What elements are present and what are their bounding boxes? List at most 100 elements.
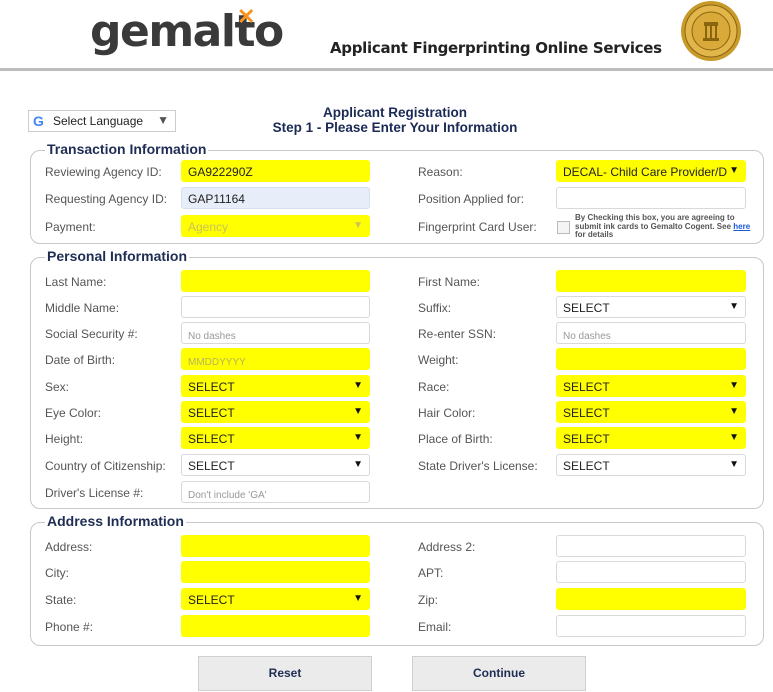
place-of-birth-label: Place of Birth: [418,432,493,446]
chevron-down-icon: ▼ [353,406,363,417]
chevron-down-icon: ▼ [353,593,363,604]
reason-select[interactable]: DECAL- Child Care Provider/D ▼ [556,160,746,182]
address2-input[interactable] [556,535,746,557]
hair-color-select[interactable]: SELECT ▼ [556,401,746,423]
reviewing-agency-label: Reviewing Agency ID: [45,165,162,179]
last-name-input[interactable] [181,270,370,292]
reason-label: Reason: [418,165,463,179]
eye-color-select[interactable]: SELECT ▼ [181,401,370,423]
transaction-legend: Transaction Information [45,141,209,157]
dob-label: Date of Birth: [45,353,116,367]
chevron-down-icon: ▼ [729,432,739,443]
sex-select[interactable]: SELECT ▼ [181,375,370,397]
zip-input[interactable] [556,588,746,610]
citizenship-label: Country of Citizenship: [45,459,166,473]
apt-label: APT: [418,566,444,580]
chevron-down-icon: ▼ [353,380,363,391]
email-label: Email: [418,620,452,634]
personal-legend: Personal Information [45,248,190,264]
google-icon: G [33,113,44,129]
reset-button[interactable]: Reset [198,656,372,691]
phone-label: Phone #: [45,620,94,634]
sex-label: Sex: [45,380,70,394]
ssn-input[interactable]: No dashes [181,322,370,344]
requesting-agency-field[interactable]: GAP11164 [181,187,370,209]
page-title-line1: Applicant Registration [322,105,467,120]
gemalto-logo-mark-icon: ✕ [237,4,256,29]
chevron-down-icon: ▼ [729,165,739,176]
page-title-line2: Step 1 - Please Enter Your Information [272,120,518,135]
site-subtitle: Applicant Fingerprinting Online Services [330,39,662,57]
address-input[interactable] [181,535,370,557]
drivers-license-input[interactable]: Don't include 'GA' [181,481,370,503]
fingerprint-card-label: Fingerprint Card User: [418,220,537,234]
height-value: SELECT [188,432,235,446]
suffix-label: Suffix: [418,301,452,315]
reviewing-agency-field[interactable]: GA922290Z [181,160,370,182]
race-select[interactable]: SELECT ▼ [556,375,746,397]
georgia-state-seal-icon [681,1,741,61]
drivers-license-placeholder: Don't include 'GA' [188,490,267,501]
middle-name-label: Middle Name: [45,301,120,315]
first-name-label: First Name: [418,275,481,289]
city-input[interactable] [181,561,370,583]
weight-input[interactable] [556,348,746,370]
dob-input[interactable]: MMDDYYYY [181,348,370,370]
sex-value: SELECT [188,380,235,394]
state-drivers-license-label: State Driver's License: [418,459,538,473]
apt-input[interactable] [556,561,746,583]
suffix-select[interactable]: SELECT ▼ [556,296,746,318]
state-drivers-license-select[interactable]: SELECT ▼ [556,454,746,476]
continue-button[interactable]: Continue [412,656,586,691]
state-value: SELECT [188,593,235,607]
reason-value: DECAL- Child Care Provider/D [563,165,728,179]
chevron-down-icon: ▼ [353,220,363,231]
email-input[interactable] [556,615,746,637]
last-name-label: Last Name: [45,275,107,289]
eye-color-value: SELECT [188,406,235,420]
requesting-agency-label: Requesting Agency ID: [45,192,168,206]
chevron-down-icon: ▼ [729,380,739,391]
place-of-birth-select[interactable]: SELECT ▼ [556,427,746,449]
fingerprint-card-note: By Checking this box, you are agreeing t… [575,213,755,240]
suffix-value: SELECT [563,301,610,315]
page-title: Applicant Registration Step 1 - Please E… [250,105,540,135]
ssn-confirm-input[interactable]: No dashes [556,322,746,344]
reviewing-agency-value: GA922290Z [188,165,253,179]
dob-placeholder: MMDDYYYY [188,357,246,368]
place-of-birth-value: SELECT [563,432,610,446]
fingerprint-card-note-suffix: for details [575,230,614,239]
ssn-placeholder: No dashes [188,331,236,342]
payment-select[interactable]: Agency ▼ [181,215,370,237]
city-label: City: [45,566,69,580]
ssn-confirm-label: Re-enter SSN: [418,327,497,341]
phone-input[interactable] [181,615,370,637]
weight-label: Weight: [418,353,459,367]
hair-color-value: SELECT [563,406,610,420]
address2-label: Address 2: [418,540,476,554]
citizenship-select[interactable]: SELECT ▼ [181,454,370,476]
fingerprint-card-checkbox[interactable] [557,221,570,234]
fingerprint-card-here-link[interactable]: here [733,222,750,231]
payment-label: Payment: [45,220,96,234]
address-label: Address: [45,540,93,554]
requesting-agency-value: GAP11164 [188,192,245,206]
height-label: Height: [45,432,84,446]
language-selector[interactable]: G Select Language ▼ [28,110,176,132]
drivers-license-label: Driver's License #: [45,486,144,500]
race-label: Race: [418,380,450,394]
middle-name-input[interactable] [181,296,370,318]
height-select[interactable]: SELECT ▼ [181,427,370,449]
site-header: gemalto ✕ Applicant Fingerprinting Onlin… [0,0,773,68]
state-label: State: [45,593,77,607]
fingerprint-card-note-text: By Checking this box, you are agreeing t… [575,213,735,231]
first-name-input[interactable] [556,270,746,292]
state-drivers-license-value: SELECT [563,459,610,473]
header-divider [0,68,773,71]
position-input[interactable] [556,187,746,209]
chevron-down-icon: ▼ [353,459,363,470]
chevron-down-icon: ▼ [729,406,739,417]
language-selector-label: Select Language [53,114,144,128]
state-select[interactable]: SELECT ▼ [181,588,370,610]
chevron-down-icon: ▼ [729,459,739,470]
